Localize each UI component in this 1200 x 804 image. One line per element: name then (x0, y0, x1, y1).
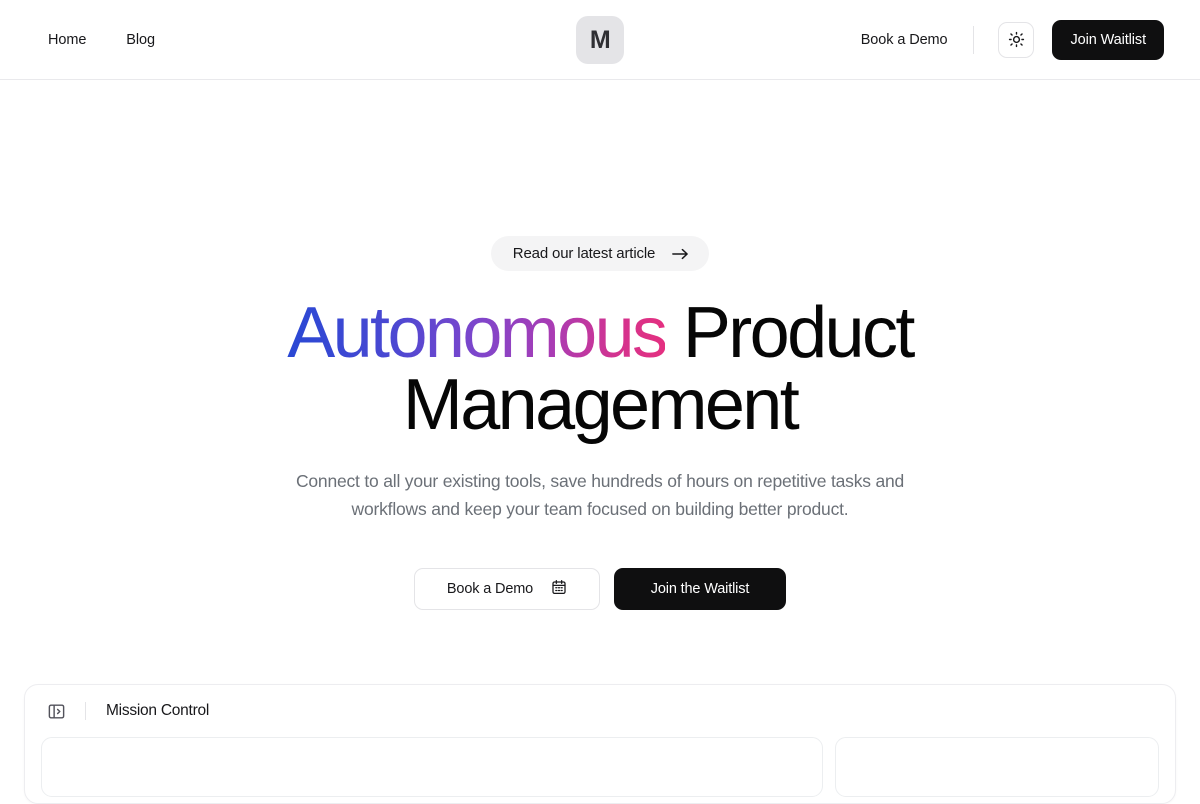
mission-control-panel-secondary[interactable] (835, 737, 1159, 797)
sun-icon (1008, 31, 1025, 48)
mission-control-card: Mission Control (24, 684, 1176, 804)
header-divider (973, 25, 975, 54)
nav-link-blog[interactable]: Blog (126, 32, 155, 48)
arrow-right-icon (672, 247, 689, 261)
mission-control-header: Mission Control (25, 685, 1175, 737)
latest-article-badge[interactable]: Read our latest article (490, 236, 710, 271)
header-actions: Book a Demo Join Waitlist (861, 19, 1200, 60)
latest-article-label: Read our latest article (512, 245, 656, 262)
logo[interactable]: M (576, 16, 624, 64)
mission-control-divider (85, 702, 86, 720)
hero-section: Read our latest article Autonomous Produ… (0, 80, 1200, 610)
logo-letter: M (589, 25, 611, 54)
theme-toggle-button[interactable] (998, 21, 1035, 58)
primary-nav: Home Blog (0, 32, 155, 48)
mission-control-panel-primary[interactable] (41, 737, 823, 797)
join-waitlist-button[interactable]: Join Waitlist (1052, 19, 1164, 60)
headline-line2: Management (402, 365, 800, 445)
mission-control-panels (25, 737, 1175, 797)
headline-rest-line1: Product (665, 293, 916, 373)
page-title: Autonomous Product Management (0, 297, 1200, 441)
header-book-a-demo-link[interactable]: Book a Demo (861, 32, 948, 48)
book-a-demo-button[interactable]: Book a Demo (414, 568, 600, 610)
calendar-icon (551, 579, 567, 599)
nav-link-home[interactable]: Home (48, 32, 86, 48)
panel-expand-icon[interactable] (45, 701, 67, 721)
mission-control-title: Mission Control (106, 702, 210, 719)
join-the-waitlist-button[interactable]: Join the Waitlist (614, 568, 786, 610)
site-header: Home Blog M Book a Demo Join Waitlist (0, 0, 1200, 80)
hero-subheading: Connect to all your existing tools, save… (295, 471, 905, 519)
book-a-demo-label: Book a Demo (446, 581, 534, 597)
hero-cta-row: Book a Demo Join the Waitlist (0, 568, 1200, 610)
headline-gradient-word: Autonomous (287, 293, 668, 373)
